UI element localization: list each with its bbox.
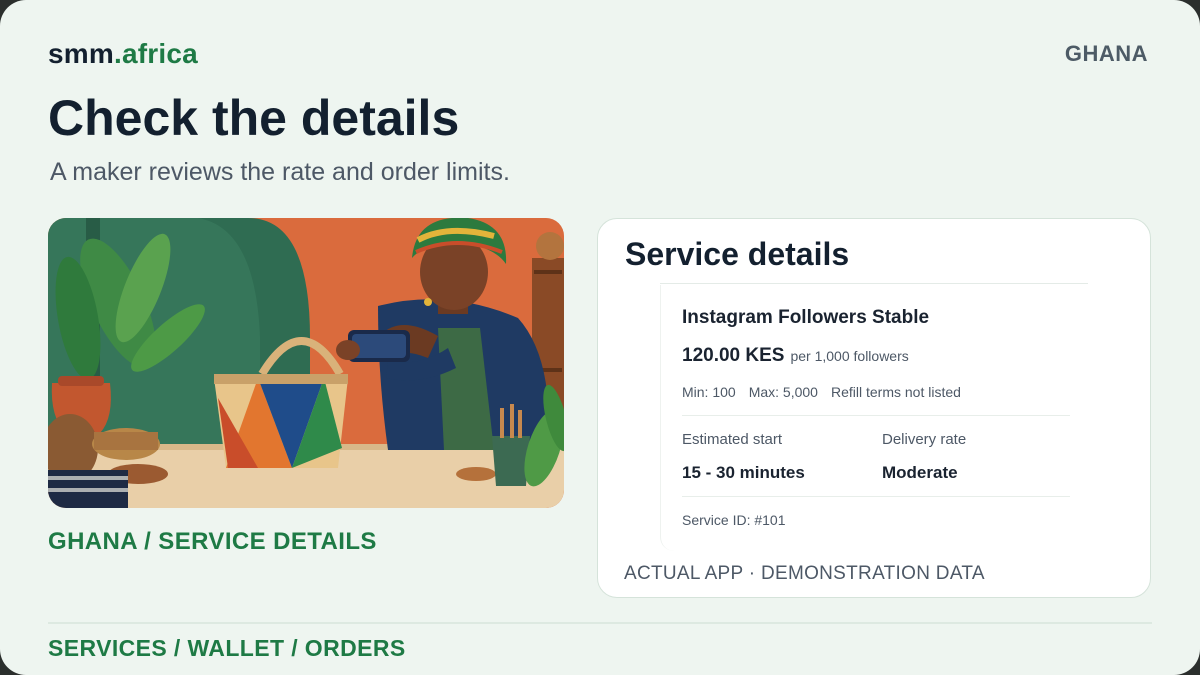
min-order: Min: 100 — [682, 384, 736, 400]
service-id: Service ID: #101 — [682, 512, 786, 528]
card-divider — [660, 283, 1088, 284]
section-divider — [682, 415, 1070, 416]
delivery-rate-value: Moderate — [882, 463, 958, 482]
bottom-nav: SERVICES / WALLET / ORDERS — [48, 635, 406, 661]
refill-terms: Refill terms not listed — [830, 384, 961, 400]
order-limits: Min: 100 Max: 5,000 Refill terms not liste… — [682, 384, 974, 400]
service-price: 120.00 KES — [682, 345, 785, 366]
card-footer-note: ACTUAL APP · DEMONSTRATION DATA — [624, 563, 985, 584]
page-subtitle: A maker reviews the rate and order limit… — [50, 158, 510, 186]
country-label: GHANA — [1064, 41, 1148, 66]
service-details-card: Service details Instagram Followers Stab… — [597, 218, 1151, 598]
max-order: Max: 5,000 — [748, 384, 818, 400]
brand-name: smm — [48, 38, 114, 69]
price-row: 120.00 KES per 1,000 followers — [682, 345, 909, 367]
maker-photo — [48, 218, 564, 508]
slide: smm.africa GHANA Check the details A mak… — [0, 0, 1200, 675]
section-divider — [682, 496, 1070, 497]
estimated-start-value: 15 - 30 minutes — [682, 463, 805, 482]
brand-accent: .africa — [113, 38, 198, 69]
estimated-start-label: Estimated start — [682, 431, 783, 448]
photo-caption: GHANA / SERVICE DETAILS — [48, 528, 377, 555]
footer-divider — [48, 622, 1152, 624]
service-name: Instagram Followers Stable — [682, 307, 930, 328]
price-unit: per 1,000 followers — [790, 348, 909, 364]
delivery-rate-label: Delivery rate — [882, 431, 967, 448]
card-title: Service details — [625, 236, 850, 272]
page-title: Check the details — [48, 90, 460, 146]
brand-logo[interactable]: smm.africa — [48, 38, 198, 70]
